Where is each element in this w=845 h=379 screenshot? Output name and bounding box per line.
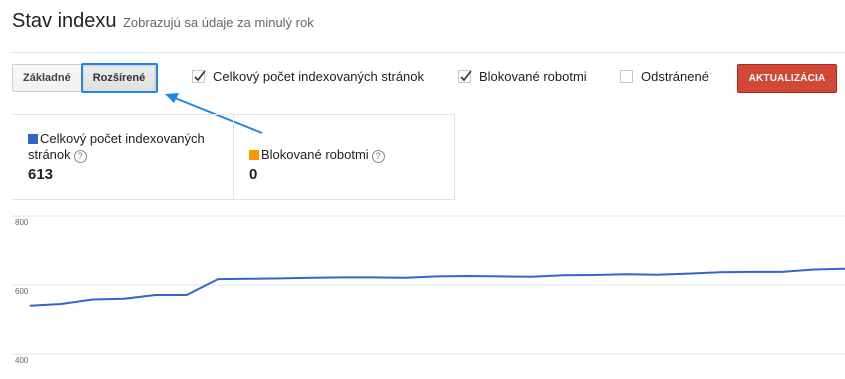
data-point[interactable] bbox=[155, 295, 156, 296]
data-point[interactable] bbox=[124, 298, 125, 299]
data-point[interactable] bbox=[625, 274, 626, 275]
data-point[interactable] bbox=[437, 276, 438, 277]
data-point[interactable] bbox=[61, 304, 62, 305]
stat-label: Celkový počet indexovaných stránok bbox=[28, 131, 205, 162]
data-point[interactable] bbox=[186, 295, 187, 296]
data-point[interactable] bbox=[782, 271, 783, 272]
data-point[interactable] bbox=[374, 277, 375, 278]
data-point[interactable] bbox=[751, 271, 752, 272]
stat-total-indexed: Celkový počet indexovaných stránok? 613 bbox=[28, 131, 228, 183]
data-point[interactable] bbox=[562, 275, 563, 276]
data-point[interactable] bbox=[218, 279, 219, 280]
index-status-chart: 800 600 400 bbox=[0, 210, 845, 374]
help-icon[interactable]: ? bbox=[372, 150, 385, 163]
legend-swatch bbox=[249, 150, 259, 160]
data-point[interactable] bbox=[813, 269, 814, 270]
stat-label: Blokované robotmi bbox=[261, 147, 369, 162]
stat-value: 0 bbox=[249, 166, 449, 183]
data-point[interactable] bbox=[688, 273, 689, 274]
filter-blocked-robots[interactable]: Blokované robotmi bbox=[458, 69, 587, 84]
chart-svg bbox=[0, 210, 845, 374]
data-point[interactable] bbox=[656, 274, 657, 275]
basic-view-button[interactable]: Základné bbox=[12, 64, 82, 92]
stat-label-row: Celkový počet indexovaných stránok? bbox=[28, 131, 228, 163]
series-line bbox=[30, 269, 845, 306]
data-point[interactable] bbox=[30, 305, 31, 306]
stats-divider bbox=[233, 114, 234, 200]
data-point[interactable] bbox=[468, 276, 469, 277]
legend-swatch bbox=[28, 134, 38, 144]
checkbox-blocked-robots[interactable] bbox=[458, 70, 471, 83]
data-point[interactable] bbox=[280, 278, 281, 279]
filter-total-indexed[interactable]: Celkový počet indexovaných stránok bbox=[192, 69, 424, 84]
filter-label: Odstránené bbox=[641, 69, 709, 84]
checkmark-icon bbox=[192, 68, 208, 84]
header-divider bbox=[12, 52, 845, 53]
page-header: Stav indexu Zobrazujú sa údaje za minulý… bbox=[12, 10, 314, 33]
checkbox-total-indexed[interactable] bbox=[192, 70, 205, 83]
data-point[interactable] bbox=[406, 277, 407, 278]
stat-value: 613 bbox=[28, 166, 228, 183]
y-tick-label: 800 bbox=[15, 218, 28, 227]
filter-label: Celkový počet indexovaných stránok bbox=[213, 69, 424, 84]
page-subtitle: Zobrazujú sa údaje za minulý rok bbox=[123, 15, 314, 30]
y-tick-label: 600 bbox=[15, 287, 28, 296]
data-point[interactable] bbox=[343, 277, 344, 278]
data-point[interactable] bbox=[531, 276, 532, 277]
checkbox-removed[interactable] bbox=[620, 70, 633, 83]
annotation-highlight-box bbox=[81, 63, 158, 93]
checkmark-icon bbox=[458, 68, 474, 84]
data-point[interactable] bbox=[249, 278, 250, 279]
help-icon[interactable]: ? bbox=[74, 150, 87, 163]
data-point[interactable] bbox=[594, 275, 595, 276]
stat-blocked-robots: Blokované robotmi? 0 bbox=[249, 147, 449, 183]
data-point[interactable] bbox=[719, 272, 720, 273]
y-tick-label: 400 bbox=[15, 356, 28, 365]
filter-removed[interactable]: Odstránené bbox=[620, 69, 709, 84]
data-point[interactable] bbox=[92, 299, 93, 300]
stat-label-row: Blokované robotmi? bbox=[249, 147, 449, 163]
filter-label: Blokované robotmi bbox=[479, 69, 587, 84]
update-button[interactable]: AKTUALIZÁCIA bbox=[737, 64, 837, 93]
data-point[interactable] bbox=[312, 277, 313, 278]
data-point[interactable] bbox=[500, 276, 501, 277]
page-title: Stav indexu bbox=[12, 10, 117, 32]
